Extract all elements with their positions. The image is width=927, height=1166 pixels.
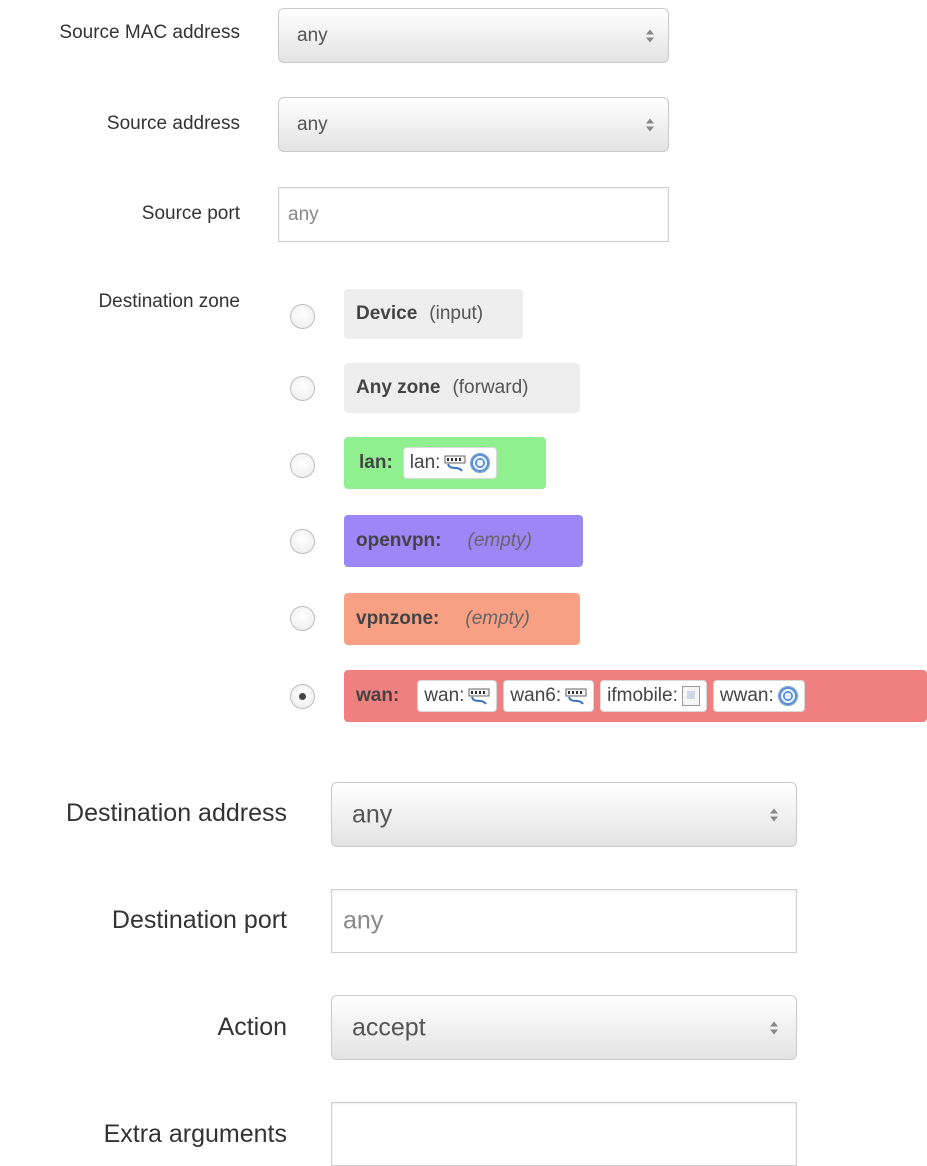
select-arrows-icon	[769, 1021, 778, 1034]
ethernet-icon	[565, 686, 587, 706]
ethernet-icon	[444, 453, 466, 473]
source-address-label: Source address	[106, 113, 240, 134]
zone-empty: (empty)	[467, 530, 532, 551]
device-wwan: wwan:	[712, 680, 805, 712]
zone-name: vpnzone:	[356, 608, 440, 629]
zone-radio-any[interactable]	[290, 376, 315, 401]
device-name: lan:	[409, 452, 441, 473]
select-arrows-icon	[769, 808, 778, 821]
source-address-value: any	[297, 113, 328, 135]
source-port-placeholder: any	[288, 203, 319, 225]
device-name: wan6:	[510, 685, 562, 706]
action-value: accept	[352, 1013, 426, 1041]
zone-radio-openvpn[interactable]	[290, 529, 315, 554]
source-address-select[interactable]: any	[278, 97, 669, 152]
zone-radio-wan[interactable]	[290, 684, 315, 709]
mobile-icon	[681, 686, 700, 706]
source-mac-label: Source MAC address	[59, 22, 240, 43]
zone-empty: (empty)	[465, 608, 530, 629]
device-name: wan:	[424, 685, 465, 706]
device-ifmobile: ifmobile:	[600, 680, 707, 712]
source-mac-value: any	[297, 24, 328, 46]
action-label: Action	[217, 1013, 287, 1041]
zone-sub: (input)	[429, 303, 484, 324]
wifi-icon	[777, 686, 798, 706]
zone-name: Device	[356, 303, 418, 324]
device-name: wwan:	[719, 685, 774, 706]
source-port-input[interactable]: any	[278, 187, 669, 242]
zone-radio-device[interactable]	[290, 304, 315, 329]
zone-vpnzone[interactable]: vpnzone: (empty)	[344, 593, 580, 645]
select-arrows-icon	[645, 29, 654, 42]
device-wan6: wan6:	[503, 680, 595, 712]
zone-sub: (forward)	[452, 377, 529, 398]
destination-port-input[interactable]: any	[331, 889, 797, 953]
zone-radio-lan[interactable]	[290, 453, 315, 478]
destination-address-label: Destination address	[66, 799, 287, 827]
destination-port-label: Destination port	[111, 906, 287, 934]
zone-openvpn[interactable]: openvpn: (empty)	[344, 515, 583, 567]
extra-arguments-input[interactable]	[331, 1102, 797, 1166]
zone-lan[interactable]: lan: lan:	[344, 437, 546, 489]
extra-arguments-label: Extra arguments	[103, 1120, 287, 1148]
zone-radio-vpnzone[interactable]	[290, 606, 315, 631]
destination-port-placeholder: any	[343, 906, 384, 935]
source-mac-select[interactable]: any	[278, 8, 669, 63]
device-lan: lan:	[402, 447, 498, 479]
zone-name: lan:	[359, 452, 393, 473]
zone-wan[interactable]: wan: wan: wan6: ifmobile: wwan:	[344, 670, 927, 722]
zone-any[interactable]: Any zone (forward)	[344, 363, 580, 413]
device-wan: wan:	[417, 680, 498, 712]
destination-address-select[interactable]: any	[331, 782, 797, 847]
device-name: ifmobile:	[607, 685, 678, 706]
zone-name: wan:	[356, 685, 400, 706]
destination-address-value: any	[352, 800, 393, 828]
destination-zone-label: Destination zone	[98, 291, 240, 312]
select-arrows-icon	[645, 118, 654, 131]
action-select[interactable]: accept	[331, 995, 797, 1060]
wifi-icon	[470, 453, 491, 473]
zone-name: Any zone	[356, 377, 441, 398]
ethernet-icon	[468, 686, 490, 706]
zone-name: openvpn:	[356, 530, 442, 551]
source-port-label: Source port	[141, 203, 240, 224]
zone-device[interactable]: Device (input)	[344, 289, 523, 339]
